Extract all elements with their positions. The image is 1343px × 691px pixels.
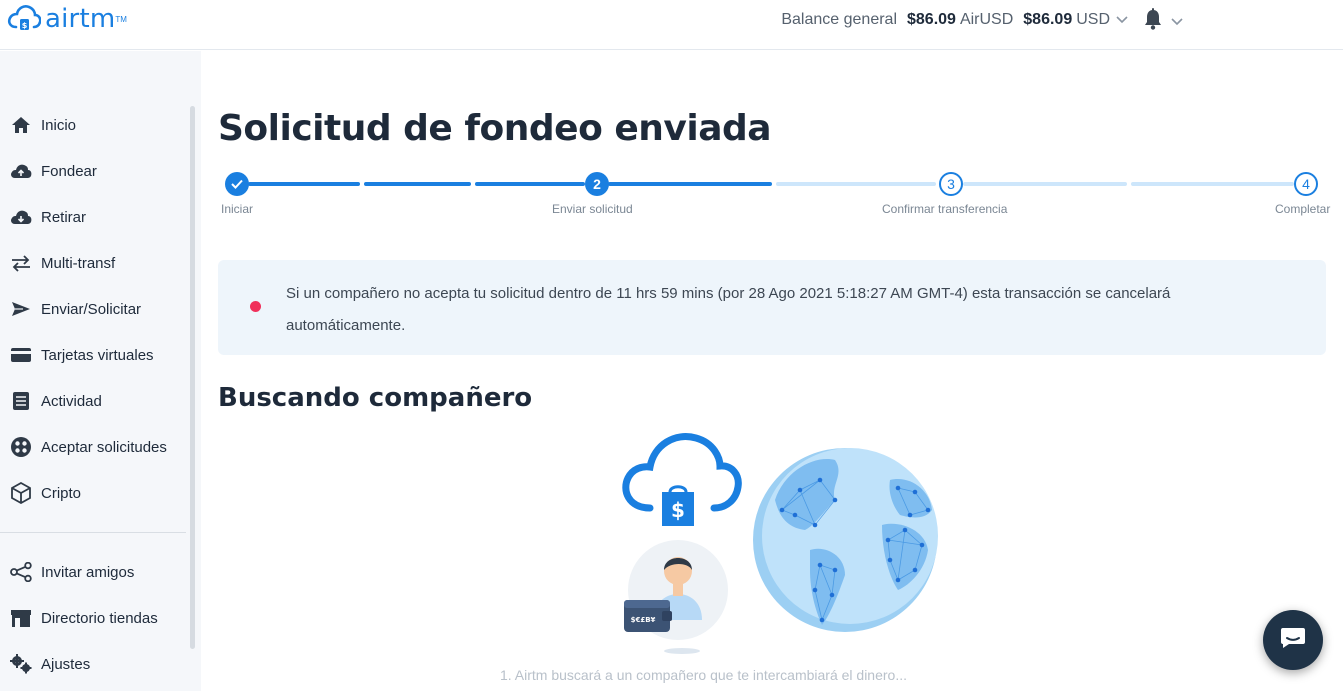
stepper-segment: [1131, 182, 1294, 186]
sidebar-item-cripto[interactable]: Cripto: [0, 473, 186, 513]
airusd-amount: $86.09: [907, 11, 956, 28]
sidebar-divider: [0, 532, 186, 533]
expiration-notice: Si un compañero no acepta tu solicitud d…: [218, 260, 1326, 355]
chat-support-button[interactable]: [1263, 610, 1323, 670]
step-1-label: Iniciar: [221, 202, 254, 216]
gears-icon: [10, 653, 32, 675]
cloud-money-icon: $: [622, 433, 742, 526]
wallet-currency-label: $€£B¥: [631, 616, 656, 624]
notice-text: Si un compañero no acepta tu solicitud d…: [286, 285, 1171, 334]
sidebar-item-label: Multi-transf: [41, 254, 116, 272]
sidebar-item-retirar[interactable]: Retirar: [0, 197, 186, 237]
cube-icon: [10, 482, 32, 504]
svg-text:$: $: [22, 21, 28, 30]
page-title: Solicitud de fondeo enviada: [218, 108, 772, 149]
stepper-segment: [475, 182, 585, 186]
sidebar-item-label: Fondear: [41, 162, 97, 180]
search-step-note: 1. Airtm buscará a un compañero que te i…: [500, 667, 907, 683]
step-3-dot: 3: [939, 172, 963, 196]
sidebar-item-directorio-tiendas[interactable]: Directorio tiendas: [0, 598, 186, 638]
sidebar-item-multi-transf[interactable]: Multi-transf: [0, 243, 186, 283]
brand-name: airtm: [45, 4, 116, 34]
stepper-segment: [248, 182, 360, 186]
globe-network-icon: [753, 448, 938, 632]
transfer-arrows-icon: [10, 252, 32, 274]
sidebar-item-label: Cripto: [41, 484, 82, 502]
step-2-dot: 2: [585, 172, 609, 196]
airusd-currency: AirUSD: [959, 11, 1014, 28]
sidebar-item-label: Aceptar solicitudes: [41, 438, 167, 456]
chevron-down-icon[interactable]: [1116, 11, 1128, 29]
step-1-completed-dot: [225, 172, 249, 196]
searching-partner-illustration: $ $€£B¥: [610, 430, 950, 660]
notifications-menu[interactable]: [1143, 8, 1183, 35]
sidebar-item-aceptar-solicitudes[interactable]: Aceptar solicitudes: [0, 427, 186, 467]
sidebar-item-ajustes[interactable]: Ajustes: [0, 644, 186, 684]
sidebar-item-label: Enviar/Solicitar: [41, 300, 142, 318]
usd-amount: $86.09: [1023, 11, 1073, 28]
alert-dot-icon: [250, 301, 261, 312]
share-icon: [10, 561, 32, 583]
dots-circle-icon: [10, 436, 32, 458]
brand-tm: TM: [115, 14, 127, 24]
home-icon: [10, 114, 32, 136]
progress-stepper: 2 3 4 Iniciar Enviar solicitud Confirmar…: [218, 170, 1343, 220]
list-document-icon: [10, 390, 32, 412]
sidebar-item-label: Retirar: [41, 208, 87, 226]
sidebar-item-label: Ajustes: [41, 655, 91, 673]
person-wallet-icon: $€£B¥: [624, 540, 728, 654]
sidebar-item-inicio[interactable]: Inicio: [0, 105, 186, 145]
sidebar-item-label: Directorio tiendas: [41, 609, 158, 627]
balance-summary[interactable]: Balance general $86.09 AirUSD $86.09 USD: [781, 11, 1128, 29]
sidebar-item-label: Invitar amigos: [41, 563, 135, 581]
sidebar-item-invitar-amigos[interactable]: Invitar amigos: [0, 552, 186, 592]
stepper-segment: [963, 182, 1127, 186]
store-icon: [10, 607, 32, 629]
cloud-logo-icon: $: [7, 5, 41, 30]
section-title: Buscando compañero: [218, 383, 533, 413]
sidebar-item-label: Inicio: [41, 116, 77, 134]
top-bar: $ airtm TM Balance general $86.09 AirUSD …: [0, 0, 1343, 50]
send-icon: [10, 298, 32, 320]
airtm-logo[interactable]: $ airtm TM: [7, 4, 127, 34]
stepper-segment: [364, 182, 471, 186]
step-4-dot: 4: [1294, 172, 1318, 196]
stepper-segment: [608, 182, 772, 186]
step-2-label: Enviar solicitud: [552, 202, 633, 216]
sidebar-item-label: Actividad: [41, 392, 102, 410]
sidebar-item-enviar-solicitar[interactable]: Enviar/Solicitar: [0, 289, 186, 329]
sidebar-item-label: Tarjetas virtuales: [41, 346, 154, 364]
bell-icon[interactable]: [1143, 8, 1163, 35]
balance-label: Balance general: [781, 11, 897, 28]
step-3-label: Confirmar transferencia: [882, 202, 1008, 216]
chat-bubble-icon: [1280, 627, 1306, 654]
sidebar: Inicio Fondear Retirar Multi-transf Envi…: [0, 51, 201, 691]
sidebar-item-actividad[interactable]: Actividad: [0, 381, 186, 421]
chevron-down-icon[interactable]: [1171, 13, 1183, 31]
sidebar-item-fondear[interactable]: Fondear: [0, 151, 186, 191]
credit-card-icon: [10, 344, 32, 366]
step-4-label: Completar: [1275, 202, 1331, 216]
stepper-segment: [776, 182, 936, 186]
usd-currency: USD: [1076, 11, 1110, 28]
check-icon: [231, 179, 243, 189]
svg-text:$: $: [671, 498, 685, 522]
cloud-download-icon: [10, 206, 32, 228]
sidebar-item-tarjetas-virtuales[interactable]: Tarjetas virtuales: [0, 335, 186, 375]
cloud-upload-icon: [10, 160, 32, 182]
sidebar-scrollbar[interactable]: [190, 106, 195, 649]
